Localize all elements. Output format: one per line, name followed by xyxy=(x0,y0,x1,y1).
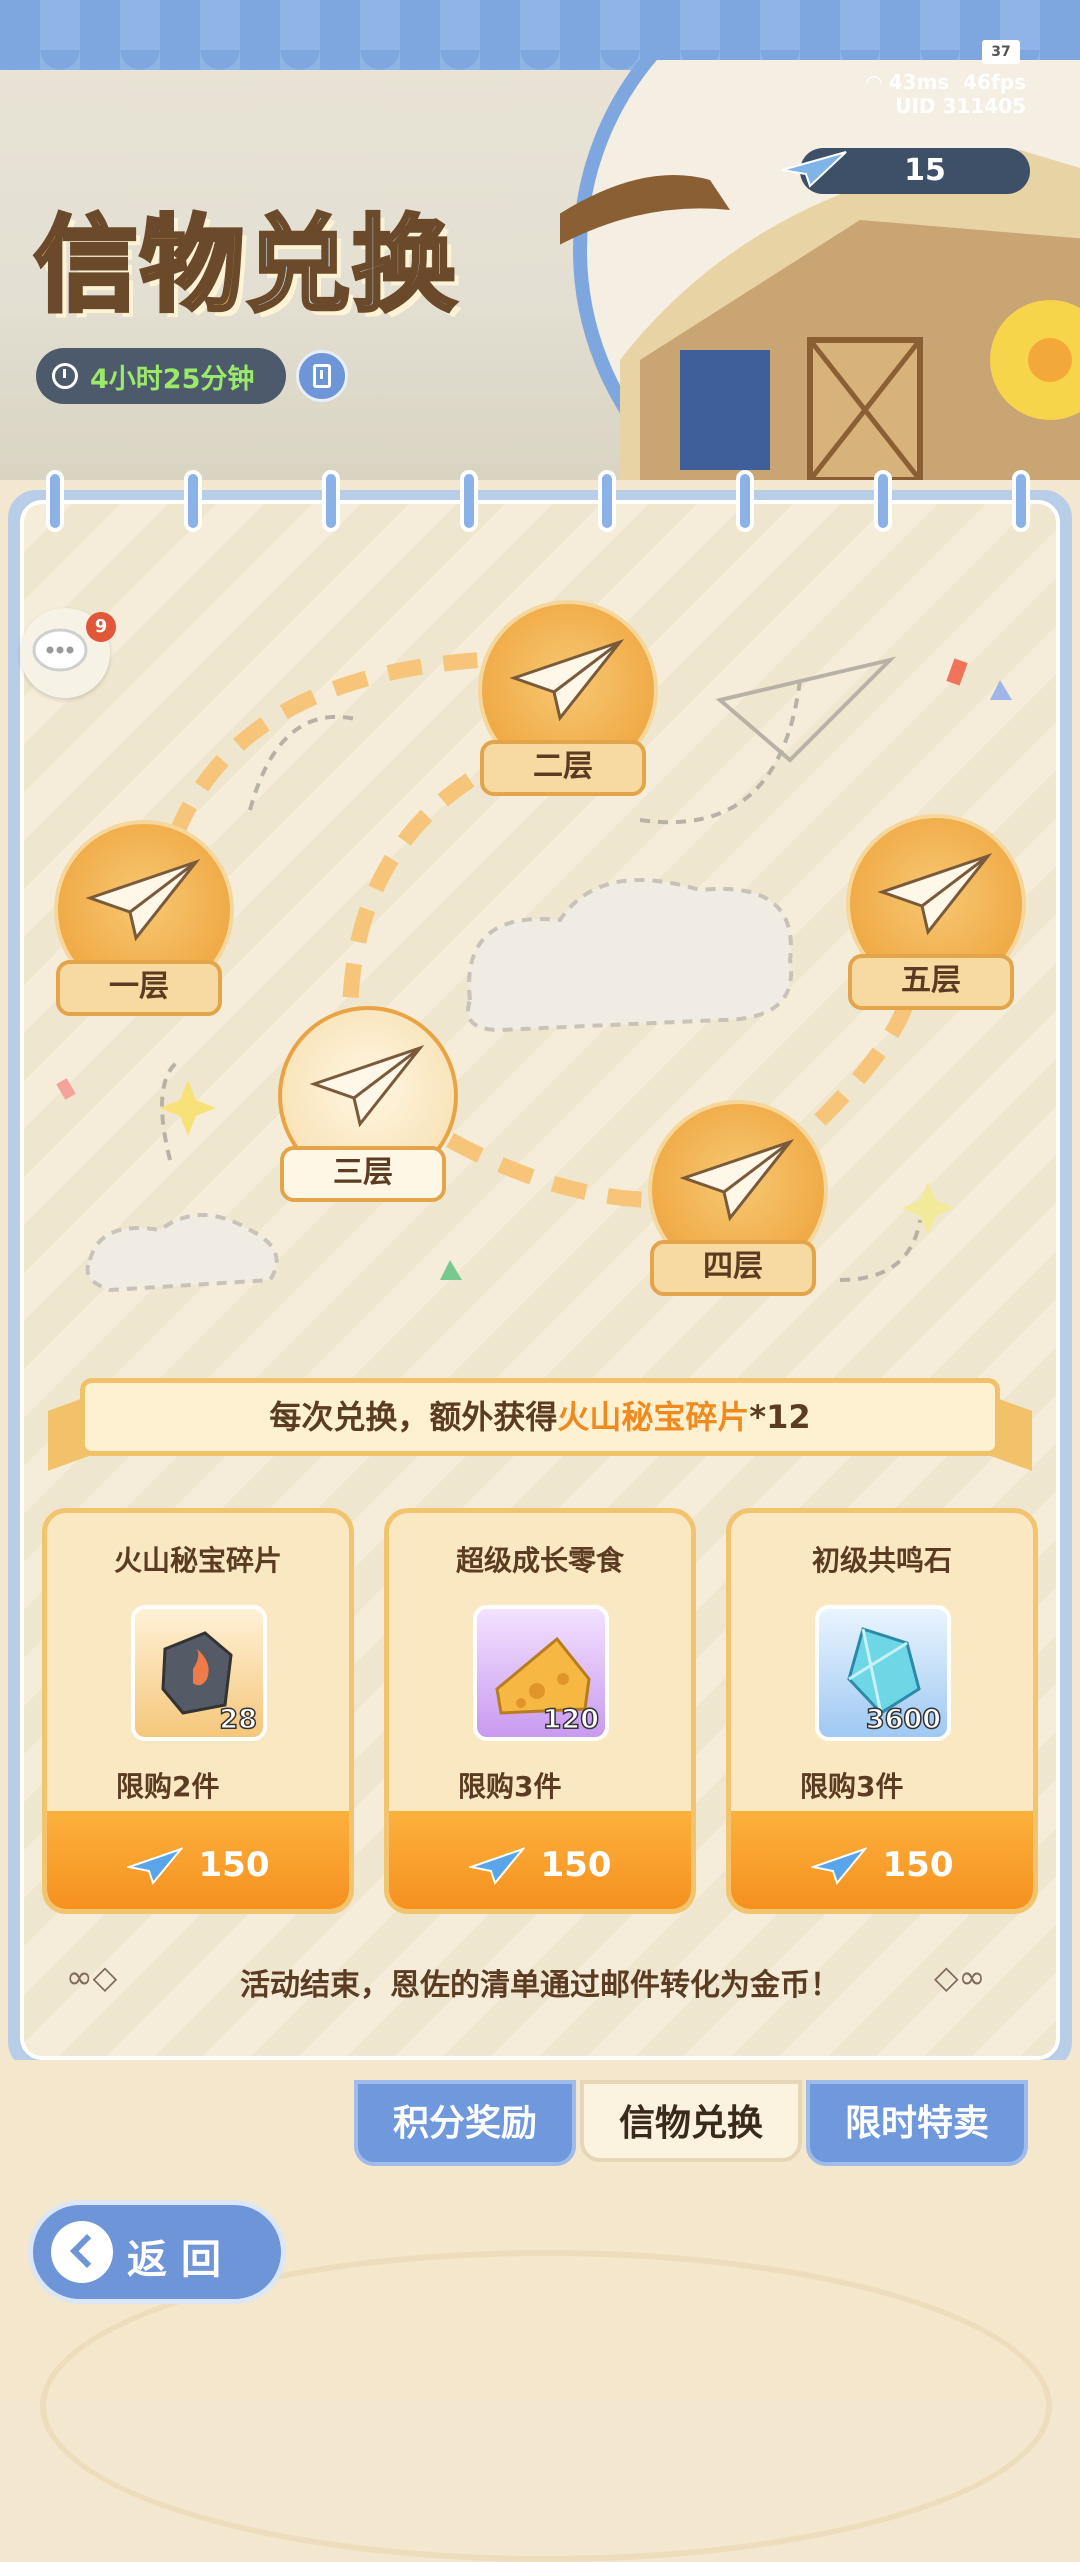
floor-label: 二层 xyxy=(480,740,646,796)
floor-label: 三层 xyxy=(280,1146,446,1202)
buy-button[interactable]: 150 xyxy=(731,1811,1033,1909)
exchange-card[interactable]: 火山秘宝碎片 28 限购2件 150 xyxy=(42,1508,354,1914)
price-text: 150 xyxy=(198,1845,270,1885)
paper-plane-icon xyxy=(309,1044,425,1128)
rules-book-button[interactable] xyxy=(296,350,348,402)
floor-label: 一层 xyxy=(56,960,222,1016)
paper-plane-icon xyxy=(126,1847,183,1885)
item-slot: 28 xyxy=(131,1605,267,1741)
chat-notification-badge: 9 xyxy=(86,612,116,642)
buy-button[interactable]: 150 xyxy=(47,1811,349,1909)
paper-plane-icon xyxy=(468,1847,525,1885)
status-overlay: 37 ◠ 43ms 46fps UID 311405 xyxy=(846,30,1026,130)
paper-plane-icon xyxy=(810,1847,867,1885)
floor-node-5[interactable]: 五层 xyxy=(846,814,1026,1010)
chevron-left-icon xyxy=(51,2221,113,2283)
binder-ring xyxy=(184,470,202,532)
floor-label: 四层 xyxy=(650,1240,816,1296)
floor-node-4[interactable]: 四层 xyxy=(648,1100,828,1296)
timer-text: 4小时25分钟 xyxy=(90,363,255,395)
wifi-icon: ◠ xyxy=(866,70,889,94)
page-title: 信物兑换 xyxy=(32,202,459,328)
purchase-limit: 限购3件 xyxy=(800,1770,904,1803)
event-end-notice: 活动结束，恩佐的清单通过邮件转化为金币！ xyxy=(240,1968,840,2003)
clock-icon xyxy=(52,363,78,389)
tab-limited-sale[interactable]: 限时特卖 xyxy=(806,2080,1028,2166)
binder-ring xyxy=(322,470,340,532)
item-slot: 120 xyxy=(473,1605,609,1741)
item-slot: 3600 xyxy=(815,1605,951,1741)
floor-node-1[interactable]: 一层 xyxy=(54,820,234,1016)
back-button[interactable]: 返回 xyxy=(28,2200,286,2304)
paper-plane-icon xyxy=(509,638,625,722)
paper-plane-icon xyxy=(877,852,993,936)
item-name: 火山秘宝碎片 xyxy=(113,1544,282,1577)
purchase-limit: 限购2件 xyxy=(116,1770,220,1803)
floor-label: 五层 xyxy=(848,954,1014,1010)
purchase-limit: 限购3件 xyxy=(458,1770,562,1803)
item-quantity: 120 xyxy=(542,1703,600,1736)
bonus-banner: 每次兑换，额外获得火山秘宝碎片*12 xyxy=(80,1378,1000,1456)
binder-ring xyxy=(460,470,478,532)
countdown-timer: 4小时25分钟 xyxy=(36,348,286,404)
binder-ring xyxy=(1012,470,1030,532)
binder-ring xyxy=(598,470,616,532)
paper-plane-icon xyxy=(85,858,201,942)
tab-token-exchange[interactable]: 信物兑换 xyxy=(580,2080,802,2162)
item-name: 初级共鸣石 xyxy=(811,1544,952,1577)
paper-plane-icon xyxy=(781,151,847,188)
binder-ring xyxy=(874,470,892,532)
fps-text: 46fps xyxy=(963,70,1026,94)
exchange-card[interactable]: 超级成长零食 120 限购3件 150 xyxy=(384,1508,696,1914)
exchange-card[interactable]: 初级共鸣石 3600 限购3件 150 xyxy=(726,1508,1038,1914)
buy-button[interactable]: 150 xyxy=(389,1811,691,1909)
item-quantity: 28 xyxy=(219,1703,258,1736)
uid-text: UID 311405 xyxy=(895,94,1026,118)
price-text: 150 xyxy=(882,1845,954,1885)
ping-text: 43ms xyxy=(888,70,950,94)
item-name: 超级成长零食 xyxy=(455,1544,624,1577)
floor-node-3[interactable]: 三层 xyxy=(278,1006,458,1202)
floor-node-2[interactable]: 二层 xyxy=(478,600,658,796)
price-text: 150 xyxy=(540,1845,612,1885)
header-banner: 信物兑换 4小时25分钟 37 ◠ 43ms 46fps UID 311405 … xyxy=(0,0,1080,480)
tab-points-reward[interactable]: 积分奖励 xyxy=(354,2080,576,2166)
item-quantity: 3600 xyxy=(865,1703,942,1736)
back-label: 返回 xyxy=(127,2237,235,2283)
binder-ring xyxy=(46,470,64,532)
paper-plane-icon xyxy=(679,1138,795,1222)
battery-icon: 37 xyxy=(982,40,1020,64)
token-count: 15 xyxy=(904,153,946,188)
binder-ring xyxy=(736,470,754,532)
